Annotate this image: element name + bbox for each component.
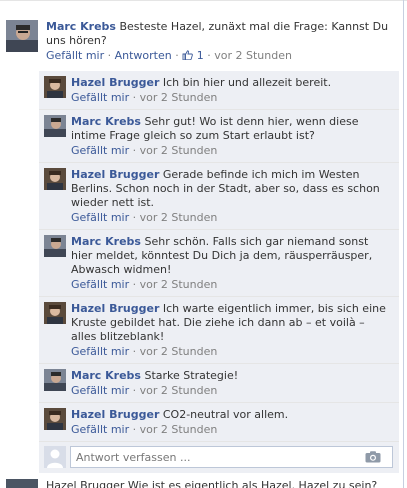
comment-author[interactable]: Marc Krebs	[71, 369, 141, 382]
comment-item: Hazel Brugger Ich bin hier und allezeit …	[39, 71, 399, 110]
separator: ·	[132, 384, 137, 397]
comment-like-link[interactable]: Gefällt mir	[71, 144, 129, 157]
comment-like-link[interactable]: Gefällt mir	[71, 211, 129, 224]
post-author[interactable]: Marc Krebs	[46, 20, 116, 33]
like-count[interactable]: 1	[182, 49, 207, 62]
comment-author[interactable]: Marc Krebs	[71, 115, 141, 128]
comment-like-link[interactable]: Gefällt mir	[71, 278, 129, 291]
comment-author[interactable]: Hazel Brugger	[71, 408, 159, 421]
comment-like-link[interactable]: Gefällt mir	[71, 423, 129, 436]
column-border	[403, 0, 404, 488]
separator: ·	[132, 211, 137, 224]
avatar-hazel-brugger[interactable]	[44, 76, 66, 98]
top-divider	[0, 0, 407, 1]
post-like-link[interactable]: Gefällt mir	[46, 49, 104, 62]
comment-text: CO2-neutral vor allem.	[162, 408, 289, 421]
next-post-text: Hazel Brugger Wie ist es eigentlich als …	[46, 479, 378, 488]
comment-like-link[interactable]: Gefällt mir	[71, 345, 129, 358]
avatar-marc-krebs[interactable]	[44, 115, 66, 137]
avatar-marc-krebs[interactable]	[44, 369, 66, 391]
thumbs-up-icon	[182, 50, 194, 61]
post-actions: Gefällt mir · Antworten · 1 · vor 2 Stun…	[46, 49, 400, 63]
comment-timestamp[interactable]: vor 2 Stunden	[140, 144, 218, 157]
post-timestamp[interactable]: vor 2 Stunden	[214, 49, 292, 62]
avatar-marc-krebs[interactable]	[44, 235, 66, 257]
comment-author[interactable]: Hazel Brugger	[71, 302, 159, 315]
separator: ·	[207, 49, 211, 62]
avatar-hazel-brugger[interactable]	[44, 302, 66, 324]
separator: ·	[132, 345, 137, 358]
comment-like-link[interactable]: Gefällt mir	[71, 384, 129, 397]
comment-text: Starke Strategie!	[144, 369, 239, 382]
comment-item: Hazel Brugger CO2-neutral vor allem. Gef…	[39, 403, 399, 442]
comment-author[interactable]: Hazel Brugger	[71, 76, 159, 89]
comment-timestamp[interactable]: vor 2 Stunden	[140, 384, 218, 397]
camera-icon[interactable]	[365, 451, 381, 463]
comment-like-link[interactable]: Gefällt mir	[71, 91, 129, 104]
avatar-hazel-brugger[interactable]	[6, 479, 38, 488]
comment-item: Marc Krebs Starke Strategie! Gefällt mir…	[39, 364, 399, 403]
comment-timestamp[interactable]: vor 2 Stunden	[140, 91, 218, 104]
comment-list: Hazel Brugger Ich bin hier und allezeit …	[39, 71, 399, 473]
like-count-value: 1	[196, 49, 204, 62]
separator: ·	[132, 144, 137, 157]
separator: ·	[175, 49, 179, 62]
next-post-preview: Hazel Brugger Wie ist es eigentlich als …	[6, 479, 401, 488]
comment-author[interactable]: Marc Krebs	[71, 235, 141, 248]
comment-text: Ich bin hier und allezeit bereit.	[162, 76, 332, 89]
avatar-marc-krebs[interactable]	[6, 20, 38, 52]
post-reply-link[interactable]: Antworten	[115, 49, 172, 62]
comment-timestamp[interactable]: vor 2 Stunden	[140, 423, 218, 436]
separator: ·	[132, 91, 137, 104]
post-text: Marc Krebs Besteste Hazel, zunäxt mal di…	[46, 20, 400, 48]
comment-item: Hazel Brugger Ich warte eigentlich immer…	[39, 297, 399, 364]
avatar-hazel-brugger[interactable]	[44, 168, 66, 190]
separator: ·	[132, 423, 137, 436]
separator: ·	[132, 278, 137, 291]
reply-input[interactable]	[70, 446, 393, 468]
comment-timestamp[interactable]: vor 2 Stunden	[140, 278, 218, 291]
comment-timestamp[interactable]: vor 2 Stunden	[140, 211, 218, 224]
comment-item: Marc Krebs Sehr gut! Wo ist denn hier, w…	[39, 110, 399, 163]
current-user-avatar	[44, 446, 66, 468]
comment-timestamp[interactable]: vor 2 Stunden	[140, 345, 218, 358]
separator: ·	[107, 49, 112, 62]
reply-box	[39, 442, 399, 473]
comment-author[interactable]: Hazel Brugger	[71, 168, 159, 181]
avatar-hazel-brugger[interactable]	[44, 408, 66, 430]
comment-item: Marc Krebs Sehr schön. Falls sich gar ni…	[39, 230, 399, 297]
comment-item: Hazel Brugger Gerade befinde ich mich im…	[39, 163, 399, 230]
